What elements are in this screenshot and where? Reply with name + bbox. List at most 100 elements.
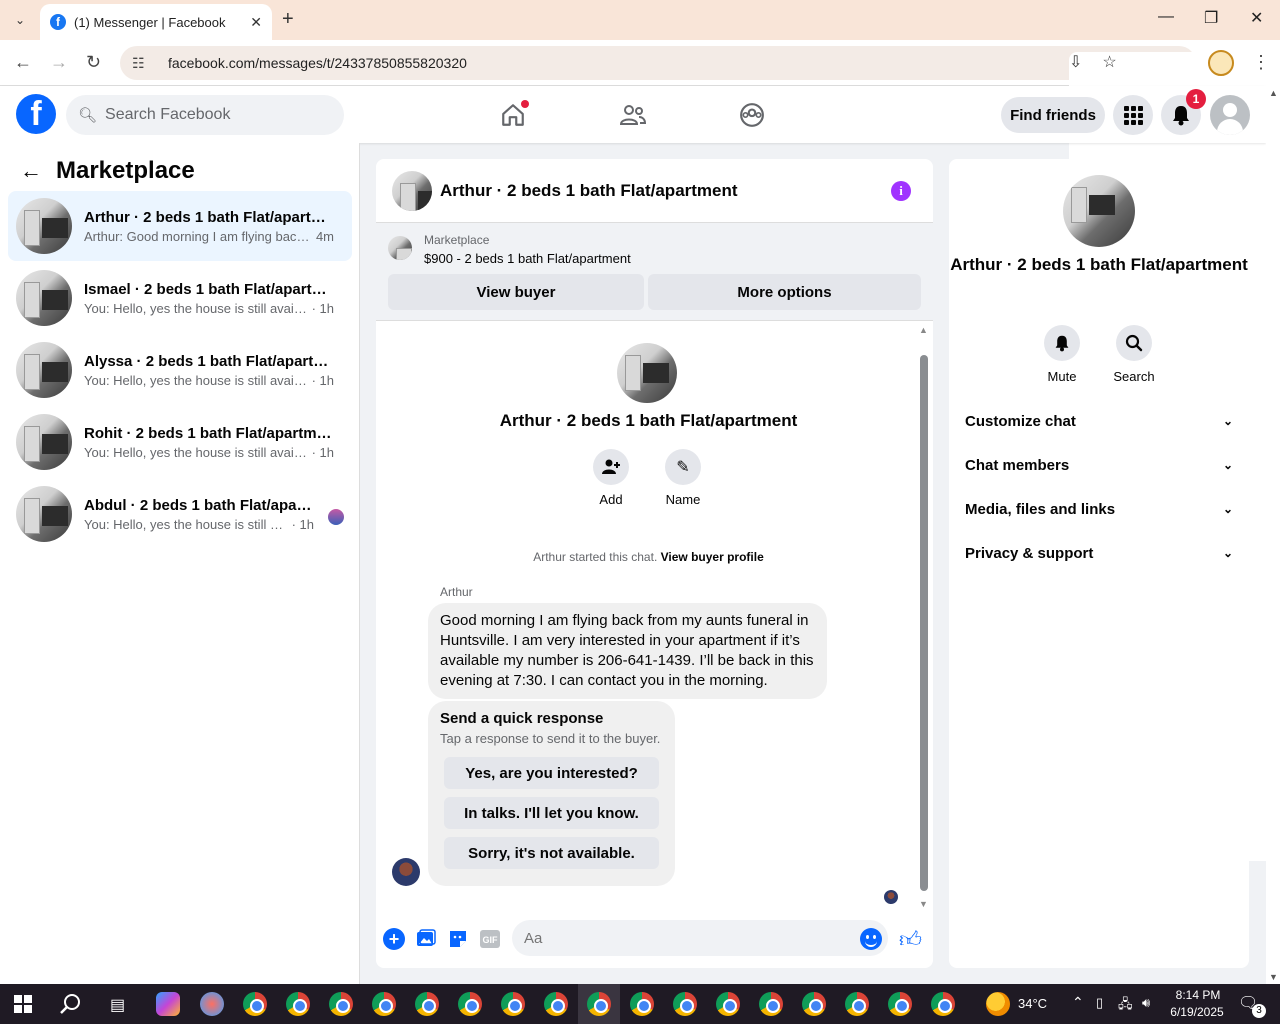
chrome-icon[interactable] bbox=[415, 992, 439, 1016]
chrome-icon[interactable] bbox=[759, 992, 783, 1016]
name-label: Name bbox=[665, 492, 701, 507]
media-files-links-section[interactable]: Media, files and links ⌄ bbox=[965, 489, 1233, 529]
chrome-icon[interactable] bbox=[372, 992, 396, 1016]
chat-members-section[interactable]: Chat members ⌄ bbox=[965, 445, 1233, 485]
view-buyer-button[interactable]: View buyer bbox=[388, 274, 644, 310]
close-tab-icon[interactable]: ✕ bbox=[250, 14, 262, 31]
groups-icon[interactable] bbox=[737, 100, 767, 130]
more-options-button[interactable]: More options bbox=[648, 274, 921, 310]
conversation-item-alyssa[interactable]: Alyssa · 2 beds 1 bath Flat/apartment Yo… bbox=[8, 335, 352, 405]
sticker-icon[interactable] bbox=[447, 928, 469, 950]
add-button[interactable]: Add bbox=[581, 449, 641, 507]
new-tab-icon[interactable]: + bbox=[282, 8, 294, 31]
task-view-icon[interactable]: ▤ bbox=[110, 995, 125, 1015]
name-button[interactable]: ✎ Name bbox=[653, 449, 713, 507]
url-text[interactable]: facebook.com/messages/t/2433785085582032… bbox=[168, 55, 467, 71]
listing-thumbnail bbox=[388, 236, 412, 260]
info-icon[interactable]: i bbox=[891, 181, 911, 201]
conversation-item-abdul[interactable]: Abdul · 2 beds 1 bath Flat/apartment You… bbox=[8, 479, 352, 549]
chrome-icon[interactable] bbox=[630, 992, 654, 1016]
site-settings-icon[interactable]: ☷ bbox=[132, 55, 150, 72]
chrome-icon[interactable] bbox=[501, 992, 525, 1016]
customize-chat-section[interactable]: Customize chat ⌄ bbox=[965, 401, 1233, 441]
chrome-icon[interactable] bbox=[716, 992, 740, 1016]
weather-temperature[interactable]: 34°C bbox=[1018, 996, 1047, 1011]
conversation-item-rohit[interactable]: Rohit · 2 beds 1 bath Flat/apartment You… bbox=[8, 407, 352, 477]
friends-icon[interactable] bbox=[618, 100, 648, 130]
conversation-time: · 1h bbox=[311, 444, 334, 460]
chrome-icon[interactable] bbox=[931, 992, 955, 1016]
chrome-icon[interactable] bbox=[802, 992, 826, 1016]
device-icon[interactable]: ▯ bbox=[1096, 995, 1103, 1011]
mute-button[interactable]: Mute bbox=[1032, 325, 1092, 384]
section-label: Chat members bbox=[965, 456, 1070, 474]
chat-title[interactable]: Arthur · 2 beds 1 bath Flat/apartment bbox=[440, 181, 738, 201]
chevron-up-icon[interactable]: ⌃ bbox=[1072, 994, 1084, 1011]
facebook-logo-icon[interactable]: f bbox=[16, 94, 56, 134]
page-scrollbar[interactable]: ▲ ▼ bbox=[1266, 86, 1280, 984]
account-avatar[interactable] bbox=[1210, 95, 1250, 135]
copilot-icon[interactable] bbox=[156, 992, 180, 1016]
browser-menu-icon[interactable]: ⋮ bbox=[1252, 52, 1270, 73]
chat-avatar[interactable] bbox=[392, 170, 432, 211]
photo-icon[interactable] bbox=[415, 928, 437, 950]
paint-app-icon[interactable] bbox=[200, 992, 224, 1016]
gif-icon[interactable]: GIF bbox=[479, 928, 501, 950]
back-icon[interactable]: ← bbox=[14, 52, 32, 73]
volume-icon[interactable]: 🔊︎ bbox=[1142, 995, 1150, 1011]
chrome-icon[interactable] bbox=[587, 992, 611, 1016]
search-icon[interactable] bbox=[60, 993, 82, 1020]
chrome-icon[interactable] bbox=[458, 992, 482, 1016]
windows-start-icon[interactable] bbox=[14, 995, 32, 1018]
chrome-icon[interactable] bbox=[544, 992, 568, 1016]
tab-search-dropdown-icon[interactable]: ⌄ bbox=[8, 8, 32, 32]
conversation-list-panel: ← Marketplace Arthur · 2 beds 1 bath Fla… bbox=[0, 143, 360, 984]
quick-response-option[interactable]: In talks. I'll let you know. bbox=[444, 797, 659, 829]
back-arrow-icon[interactable]: ← bbox=[20, 158, 42, 184]
chrome-icon[interactable] bbox=[243, 992, 267, 1016]
windows-taskbar: ▤ 34°C ⌃ ▯ 🖧︎ 🔊︎ 8:14 PM 6/19/2025 🗨︎ 3 bbox=[0, 984, 1280, 1024]
chrome-icon[interactable] bbox=[329, 992, 353, 1016]
chevron-down-icon: ⌄ bbox=[1222, 546, 1233, 560]
conversation-preview: You: Hello, yes the house is still avail… bbox=[84, 444, 310, 460]
message-input[interactable] bbox=[512, 920, 888, 956]
network-icon[interactable]: 🖧︎ bbox=[1118, 995, 1133, 1017]
chrome-icon[interactable] bbox=[286, 992, 310, 1016]
reload-icon[interactable]: ↻ bbox=[86, 52, 101, 73]
quick-response-option[interactable]: Sorry, it's not available. bbox=[444, 837, 659, 869]
conversation-item-ismael[interactable]: Ismael · 2 beds 1 bath Flat/apartment Yo… bbox=[8, 263, 352, 333]
conversation-item-arthur[interactable]: Arthur · 2 beds 1 bath Flat/apartment Ar… bbox=[8, 191, 352, 261]
search-icon: 🔍︎ bbox=[78, 107, 98, 124]
facebook-search-input[interactable]: 🔍︎ Search Facebook bbox=[66, 95, 344, 135]
chat-panel: Arthur · 2 beds 1 bath Flat/apartment i … bbox=[376, 159, 933, 968]
listing-thumbnail bbox=[16, 270, 72, 326]
conversation-time: · 1h bbox=[311, 372, 334, 388]
listing-price[interactable]: $900 - 2 beds 1 bath Flat/apartment bbox=[424, 251, 631, 266]
thumbs-up-icon[interactable]: 👍︎ bbox=[899, 926, 922, 953]
chrome-icon[interactable] bbox=[845, 992, 869, 1016]
buyer-avatar[interactable] bbox=[392, 858, 420, 886]
menu-grid-icon[interactable] bbox=[1113, 95, 1153, 135]
find-friends-button[interactable]: Find friends bbox=[1001, 97, 1105, 133]
chevron-down-icon: ⌄ bbox=[1222, 502, 1233, 516]
restore-icon[interactable]: ❐ bbox=[1204, 8, 1218, 28]
browser-tab[interactable]: f (1) Messenger | Facebook ✕ bbox=[40, 4, 272, 40]
clock-time[interactable]: 8:14 PM bbox=[1170, 988, 1226, 1002]
view-buyer-profile-link[interactable]: View buyer profile bbox=[661, 550, 764, 564]
conversation-name: Abdul · 2 beds 1 bath Flat/apartment bbox=[84, 496, 314, 514]
search-conversation-button[interactable]: Search bbox=[1104, 325, 1164, 384]
browser-profile-icon[interactable] bbox=[1208, 50, 1234, 76]
close-window-icon[interactable]: ✕ bbox=[1250, 8, 1263, 28]
quick-response-option[interactable]: Yes, are you interested? bbox=[444, 757, 659, 789]
clock-date[interactable]: 6/19/2025 bbox=[1166, 1005, 1228, 1019]
url-omnibox[interactable]: ☷ facebook.com/messages/t/24337850855820… bbox=[120, 46, 1280, 861]
weather-icon[interactable] bbox=[986, 992, 1010, 1016]
emoji-icon[interactable] bbox=[860, 928, 882, 950]
plus-icon[interactable]: + bbox=[383, 928, 405, 950]
privacy-support-section[interactable]: Privacy & support ⌄ bbox=[965, 533, 1233, 573]
forward-icon[interactable]: → bbox=[50, 52, 68, 73]
minimize-icon[interactable]: — bbox=[1158, 8, 1174, 26]
chrome-icon[interactable] bbox=[888, 992, 912, 1016]
facebook-favicon-icon: f bbox=[50, 14, 66, 30]
chrome-icon[interactable] bbox=[673, 992, 697, 1016]
